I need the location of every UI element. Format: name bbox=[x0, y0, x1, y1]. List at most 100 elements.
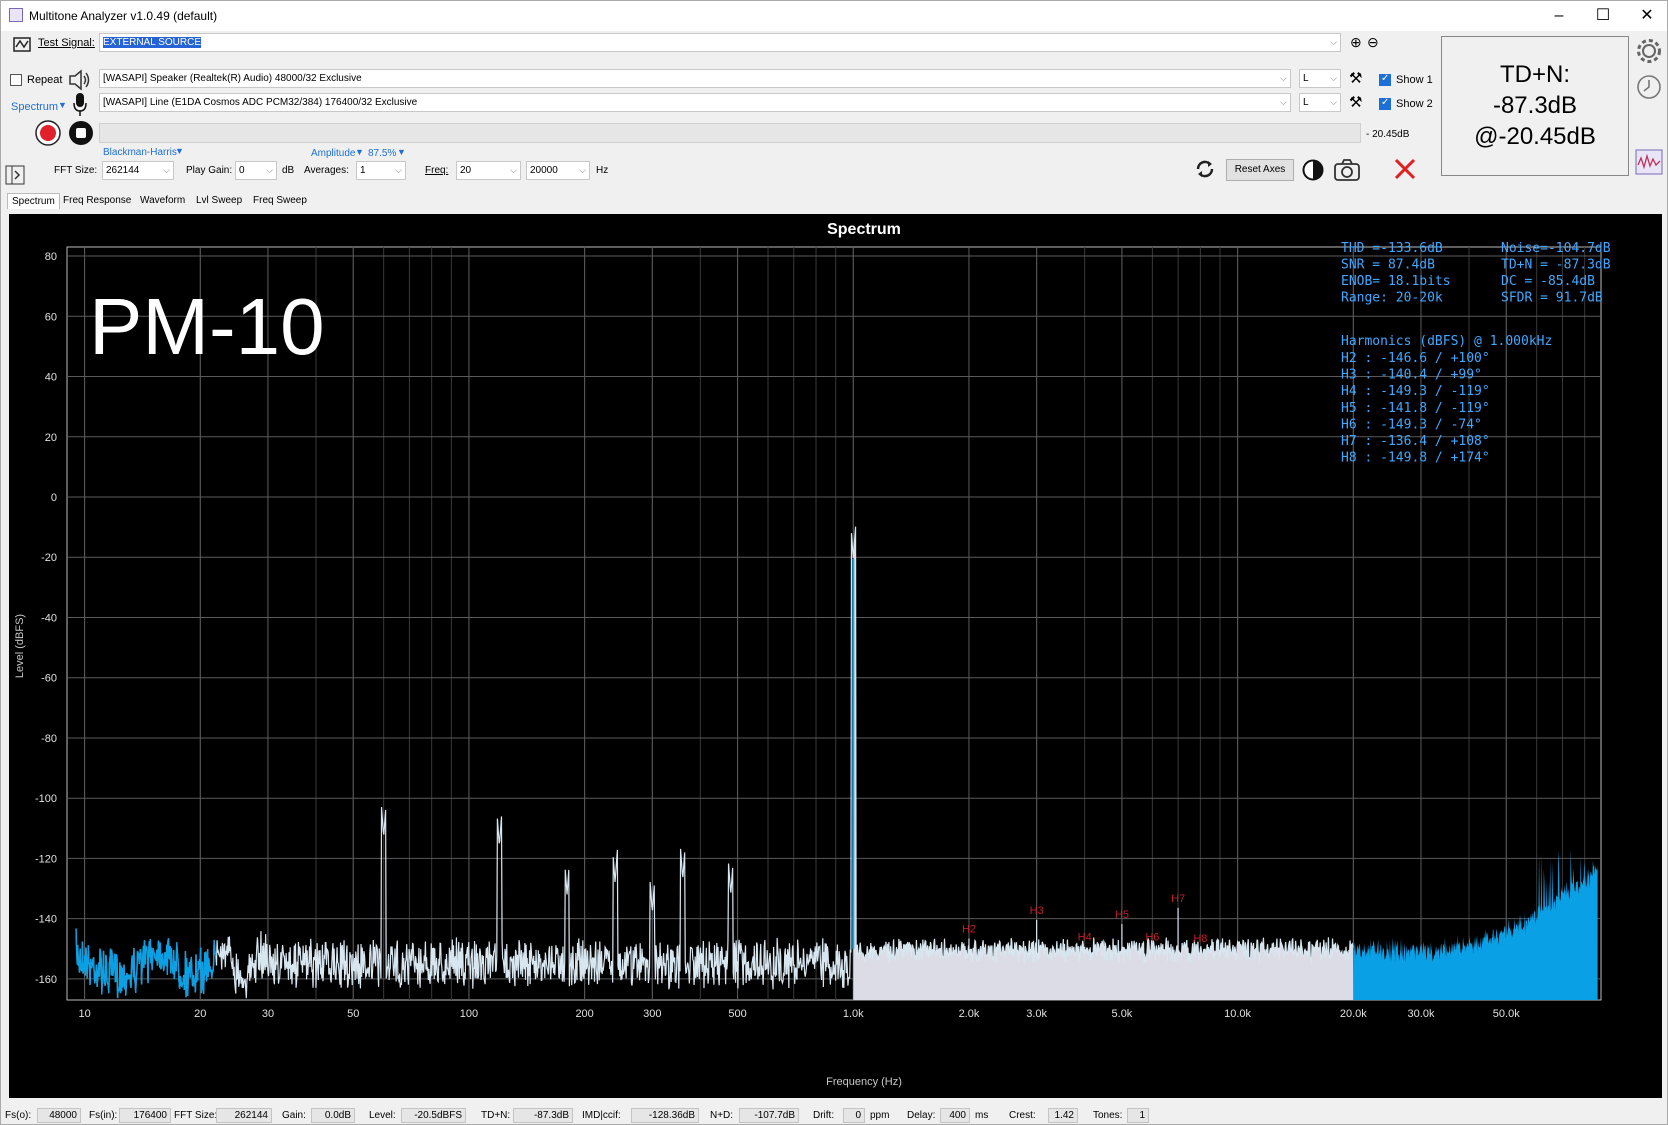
y-axis-label: Level (dBFS) bbox=[14, 614, 26, 678]
triangle-down-icon[interactable]: ▼ bbox=[175, 146, 184, 156]
x-tick-label: 10.0k bbox=[1224, 1008, 1251, 1020]
output-device-select[interactable]: [WASAPI] Speaker (Realtek(R) Audio) 4800… bbox=[99, 69, 1291, 88]
y-tick-label: -120 bbox=[35, 853, 57, 865]
maximize-button[interactable]: ☐ bbox=[1583, 5, 1623, 27]
tab-lvl-sweep[interactable]: Lvl Sweep bbox=[192, 193, 246, 208]
status-value: 1 bbox=[1127, 1108, 1149, 1123]
triangle-down-icon[interactable]: ▼ bbox=[355, 147, 364, 157]
stat-right: SFDR = 91.7dB bbox=[1501, 291, 1603, 306]
freq-from-select[interactable]: 20 ⌵ bbox=[456, 161, 521, 180]
spectrum-mode-menu[interactable]: Spectrum bbox=[11, 101, 58, 113]
gear-icon[interactable] bbox=[1635, 37, 1663, 65]
output-tools-icon[interactable]: ⚒ bbox=[1349, 69, 1362, 87]
averages-label: Averages: bbox=[304, 165, 349, 176]
y-tick-label: 0 bbox=[51, 492, 57, 504]
output-channel-select[interactable]: L ⌵ bbox=[1299, 69, 1341, 88]
clear-icon[interactable] bbox=[1393, 157, 1417, 181]
test-signal-select[interactable]: EXTERNAL SOURCE ⌵ bbox=[99, 33, 1341, 52]
chevron-down-icon: ⌵ bbox=[163, 165, 170, 175]
x-tick-label: 2.0k bbox=[959, 1008, 980, 1020]
tab-waveform[interactable]: Waveform bbox=[136, 193, 189, 208]
camera-icon[interactable] bbox=[1333, 158, 1361, 182]
input-channel-select[interactable]: L ⌵ bbox=[1299, 93, 1341, 112]
stat-left: SNR = 87.4dB bbox=[1341, 258, 1435, 273]
spectrum-trace bbox=[75, 526, 1598, 1000]
show1-checkbox[interactable] bbox=[1379, 73, 1391, 86]
input-channel-value: L bbox=[1303, 97, 1309, 108]
contrast-icon[interactable] bbox=[1302, 159, 1324, 181]
status-label: Tones: bbox=[1093, 1110, 1123, 1121]
input-tools-icon[interactable]: ⚒ bbox=[1349, 93, 1362, 111]
record-button[interactable] bbox=[35, 120, 61, 146]
minimize-button[interactable]: – bbox=[1539, 5, 1579, 27]
stat-left: THD =-133.6dB bbox=[1341, 241, 1443, 256]
app-window: Multitone Analyzer v1.0.49 (default) – ☐… bbox=[0, 0, 1668, 1125]
tab-freq-sweep[interactable]: Freq Sweep bbox=[249, 193, 311, 208]
amplitude-value[interactable]: 87.5% bbox=[368, 148, 396, 159]
trace-ultrasonic bbox=[1353, 848, 1598, 1000]
show2-checkbox[interactable] bbox=[1379, 97, 1391, 110]
chevron-down-icon: ⌵ bbox=[1330, 73, 1337, 83]
tab-spectrum[interactable]: Spectrum bbox=[7, 193, 60, 209]
x-tick-label: 1.0k bbox=[843, 1008, 864, 1020]
y-tick-label: 40 bbox=[45, 372, 57, 384]
play-gain-label: Play Gain: bbox=[186, 165, 233, 176]
stat-right: Noise=-104.7dB bbox=[1501, 241, 1611, 256]
play-gain-select[interactable]: 0 ⌵ bbox=[235, 161, 277, 180]
status-label: N+D: bbox=[710, 1110, 734, 1121]
triangle-down-icon[interactable]: ▼ bbox=[58, 100, 67, 110]
harmonic-stat: H7 : -136.4 / +108° bbox=[1341, 434, 1490, 449]
tdn-line3: @-20.45dB bbox=[1474, 123, 1596, 150]
side-panel-toggle-icon[interactable] bbox=[5, 165, 25, 185]
title-bar: Multitone Analyzer v1.0.49 (default) – ☐… bbox=[1, 1, 1667, 31]
fft-size-select[interactable]: 262144 ⌵ bbox=[102, 161, 174, 180]
waveform-view-icon[interactable] bbox=[1635, 149, 1663, 175]
input-device-select[interactable]: [WASAPI] Line (E1DA Cosmos ADC PCM32/384… bbox=[99, 93, 1291, 112]
tab-freq-response[interactable]: Freq Response bbox=[59, 193, 135, 208]
status-label: FFT Size: bbox=[174, 1110, 218, 1121]
status-label: IMD|ccif: bbox=[582, 1110, 621, 1121]
microphone-icon[interactable] bbox=[71, 91, 89, 117]
averages-select[interactable]: 1 ⌵ bbox=[356, 161, 406, 180]
fft-size-value: 262144 bbox=[106, 165, 140, 176]
history-icon[interactable] bbox=[1635, 73, 1663, 101]
status-label: Delay: bbox=[907, 1110, 936, 1121]
stat-left: Range: 20-20k bbox=[1341, 291, 1443, 306]
status-value: -20.5dBFS bbox=[401, 1108, 466, 1123]
y-tick-label: -100 bbox=[35, 793, 57, 805]
harmonic-stat: H5 : -141.8 / -119° bbox=[1341, 401, 1490, 416]
output-channel-value: L bbox=[1303, 73, 1309, 84]
amplitude-menu[interactable]: Amplitude bbox=[311, 148, 355, 159]
stop-button[interactable] bbox=[68, 120, 94, 146]
signal-generator-icon[interactable] bbox=[13, 35, 31, 53]
close-window-button[interactable]: ✕ bbox=[1627, 5, 1667, 27]
y-tick-label: 60 bbox=[45, 311, 57, 323]
spectrum-chart[interactable]: Spectrum Frequency (Hz) Level (dBFS) 80 6… bbox=[9, 214, 1662, 1098]
show1-label: Show 1 bbox=[1396, 74, 1433, 86]
refresh-icon[interactable] bbox=[1194, 158, 1216, 180]
harmonic-stat: H8 : -149.8 / +174° bbox=[1341, 451, 1490, 466]
status-label: Crest: bbox=[1009, 1110, 1036, 1121]
harmonic-stat: H4 : -149.3 / -119° bbox=[1341, 384, 1490, 399]
repeat-checkbox[interactable] bbox=[10, 74, 22, 86]
test-signal-label: Test Signal: bbox=[38, 37, 95, 49]
level-meter bbox=[99, 123, 1361, 143]
spectrum-plot[interactable]: Spectrum Frequency (Hz) Level (dBFS) 80 6… bbox=[9, 214, 1662, 1098]
harmonic-stat: H3 : -140.4 / +99° bbox=[1341, 368, 1482, 383]
speaker-icon[interactable] bbox=[67, 67, 93, 93]
freq-to-select[interactable]: 20000 ⌵ bbox=[526, 161, 590, 180]
harmonic-marker-h8: H8 bbox=[1193, 933, 1207, 945]
status-value: 176400 bbox=[119, 1108, 171, 1123]
tdn-line1: TD+N: bbox=[1499, 61, 1570, 88]
repeat-label: Repeat bbox=[27, 74, 63, 86]
window-function-menu[interactable]: Blackman-Harris bbox=[103, 147, 177, 158]
status-label: TD+N: bbox=[481, 1110, 511, 1121]
harmonics-title: Harmonics (dBFS) @ 1.000kHz bbox=[1341, 334, 1552, 349]
status-bar: Fs(o): 48000 Fs(in): 176400 FFT Size: 262144 G… bbox=[1, 1106, 1667, 1125]
reset-axes-button[interactable]: Reset Axes bbox=[1226, 159, 1294, 181]
chevron-down-icon: ⌵ bbox=[1330, 97, 1337, 107]
status-unit: ms bbox=[975, 1110, 989, 1121]
triangle-down-icon[interactable]: ▼ bbox=[397, 147, 406, 157]
add-signal-icon[interactable]: ⊕ bbox=[1350, 34, 1362, 51]
remove-signal-icon[interactable]: ⊖ bbox=[1367, 34, 1379, 51]
